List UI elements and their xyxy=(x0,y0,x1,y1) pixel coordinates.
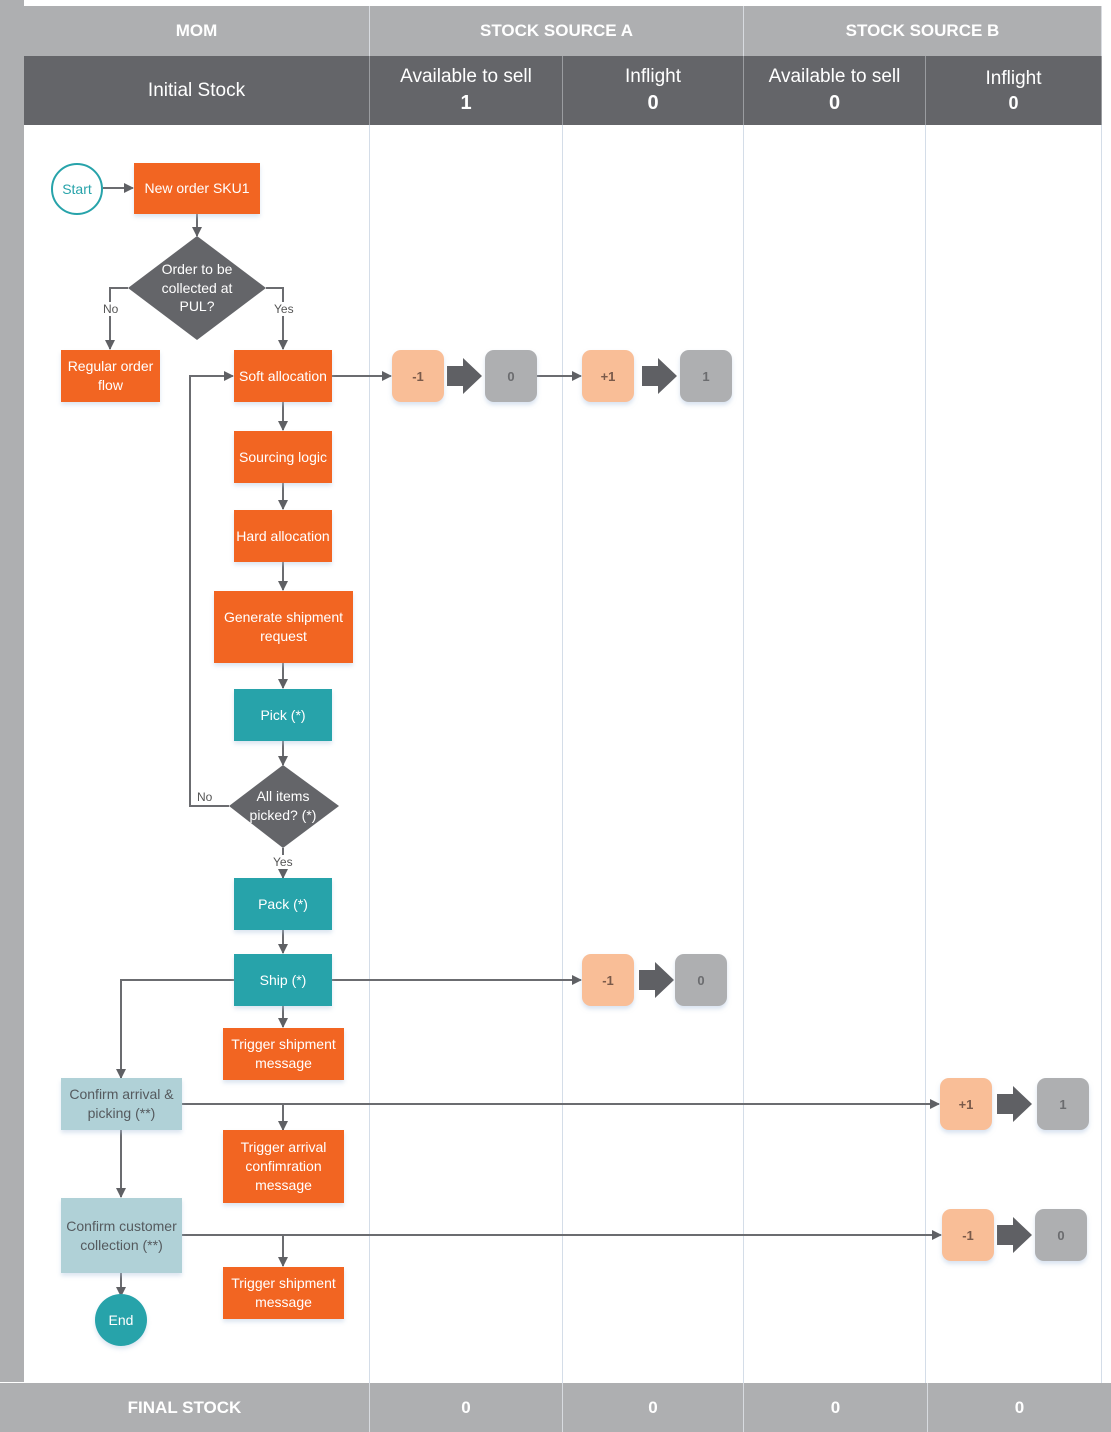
arrow-decision-no xyxy=(105,287,128,350)
start-node: Start xyxy=(51,163,103,215)
confirm-customer-collection-step: Confirm customer collection (**) xyxy=(61,1198,182,1273)
arrow-decision-yes xyxy=(266,287,288,350)
stock-delta-tile: -1 xyxy=(582,954,634,1006)
stock-result-tile: 0 xyxy=(485,350,537,402)
trigger-arrival-confirmation-step: Trigger arrival confimration message xyxy=(223,1130,344,1203)
final-stock-b-inflight: 0 xyxy=(928,1383,1111,1432)
confirm-arrival-step: Confirm arrival & picking (**) xyxy=(61,1078,182,1130)
stock-result-tile: 1 xyxy=(680,350,732,402)
stock-result-tile: 0 xyxy=(675,954,727,1006)
yes-label: Yes xyxy=(273,302,295,316)
arrow-ship-to-confirm-arrival xyxy=(116,979,234,1079)
pack-step: Pack (*) xyxy=(234,878,332,930)
stock-result-tile: 0 xyxy=(1035,1209,1087,1261)
block-arrow-icon xyxy=(447,358,482,394)
decision-picked-text: All items picked? (*) xyxy=(249,788,317,823)
block-arrow-icon xyxy=(639,962,674,998)
generate-shipment-request-step: Generate shipment request xyxy=(214,591,353,663)
block-arrow-icon xyxy=(997,1217,1032,1253)
final-stock-a-inflight: 0 xyxy=(563,1383,744,1432)
final-stock-b-available: 0 xyxy=(744,1383,928,1432)
yes-label: Yes xyxy=(273,855,293,869)
stock-delta-tile: -1 xyxy=(942,1209,994,1261)
block-arrow-icon xyxy=(642,358,677,394)
final-stock-label: FINAL STOCK xyxy=(0,1383,370,1432)
block-arrow-icon xyxy=(997,1086,1032,1122)
stock-delta-tile: +1 xyxy=(940,1078,992,1130)
pick-step: Pick (*) xyxy=(234,689,332,741)
no-label: No xyxy=(102,302,120,316)
ship-step: Ship (*) xyxy=(234,954,332,1006)
trigger-shipment-message-step: Trigger shipment message xyxy=(223,1028,344,1080)
no-label: No xyxy=(197,790,213,804)
stock-delta-tile: +1 xyxy=(582,350,634,402)
stock-result-tile: 1 xyxy=(1037,1078,1089,1130)
stock-delta-tile: -1 xyxy=(392,350,444,402)
new-order-step: New order SKU1 xyxy=(134,163,260,214)
regular-order-flow-step: Regular order flow xyxy=(61,350,160,402)
end-node: End xyxy=(95,1294,147,1346)
sourcing-logic-step: Sourcing logic xyxy=(234,431,332,483)
decision-pul-text: Order to be collected at PUL? xyxy=(161,260,233,315)
hard-allocation-step: Hard allocation xyxy=(234,510,332,562)
final-stock-a-available: 0 xyxy=(370,1383,563,1432)
trigger-shipment-message-step-2: Trigger shipment message xyxy=(223,1267,344,1319)
soft-allocation-step: Soft allocation xyxy=(234,350,332,402)
